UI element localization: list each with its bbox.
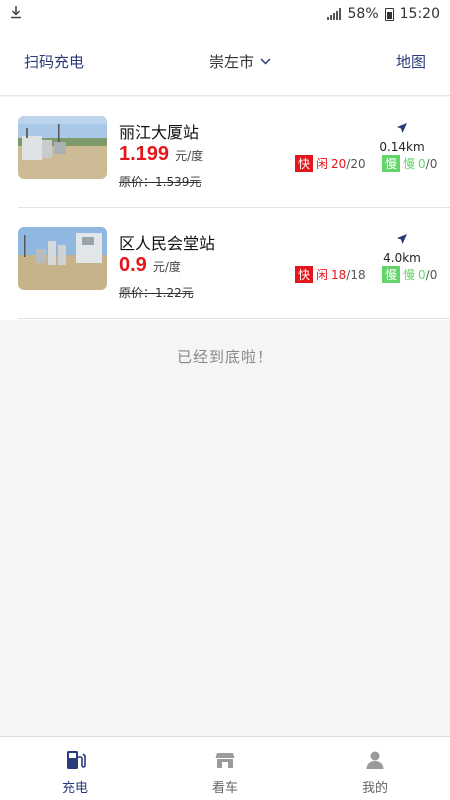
slow-charger-status: 慢 慢 0/0 bbox=[382, 155, 437, 172]
fast-available: 20 bbox=[331, 156, 347, 171]
tab-view-cars[interactable]: 看车 bbox=[150, 737, 300, 800]
status-bar: 58% 15:20 bbox=[0, 0, 450, 28]
fast-tag: 快 bbox=[295, 266, 313, 283]
tab-label: 看车 bbox=[211, 781, 238, 796]
slow-available: 0 bbox=[418, 267, 426, 282]
original-price-value: 1.539元 bbox=[155, 175, 202, 189]
station-name: 区人民会堂站 bbox=[119, 234, 216, 253]
price-unit: 元/度 bbox=[175, 149, 204, 163]
slow-total: /0 bbox=[425, 156, 438, 171]
slow-tag: 慢 bbox=[382, 155, 400, 172]
slow-label: 慢 bbox=[403, 157, 416, 171]
user-icon bbox=[364, 749, 386, 771]
fast-total: /20 bbox=[346, 156, 366, 171]
fast-available: 18 bbox=[331, 267, 347, 282]
distance-info: 4.0km bbox=[372, 230, 432, 265]
fast-total: /18 bbox=[346, 267, 366, 282]
station-card[interactable]: 丽江大厦站 1.199 元/度 原价：1.539元 0.14km 快 闲 20/… bbox=[18, 97, 450, 208]
store-icon bbox=[214, 749, 236, 771]
station-name: 丽江大厦站 bbox=[119, 123, 200, 142]
bottom-tab-bar: 充电 看车 我的 bbox=[0, 736, 450, 800]
slow-charger-status: 慢 慢 0/0 bbox=[382, 266, 437, 283]
navigation-arrow-icon bbox=[396, 119, 408, 138]
original-price-label: 原价： bbox=[119, 175, 156, 189]
end-of-list-text: 已经到底啦！ bbox=[176, 348, 273, 366]
price-value: 1.199 bbox=[119, 143, 170, 165]
tab-label: 充电 bbox=[61, 781, 88, 796]
signal-icon bbox=[326, 8, 341, 20]
tab-label: 我的 bbox=[361, 781, 388, 796]
original-price: 原价：1.539元 bbox=[119, 173, 201, 190]
download-icon bbox=[10, 5, 22, 23]
battery-icon bbox=[384, 7, 394, 21]
distance-info: 0.14km bbox=[372, 119, 432, 154]
status-time: 15:20 bbox=[399, 6, 440, 22]
distance-value: 4.0km bbox=[383, 251, 421, 265]
distance-value: 0.14km bbox=[379, 140, 425, 154]
fast-idle-label: 闲 bbox=[316, 157, 329, 171]
station-photo bbox=[18, 227, 107, 290]
price-value: 0.9 bbox=[119, 254, 147, 276]
fast-tag: 快 bbox=[295, 155, 313, 172]
map-button[interactable]: 地图 bbox=[396, 51, 426, 72]
station-price: 0.9 元/度 bbox=[119, 254, 181, 277]
original-price-label: 原价： bbox=[119, 286, 156, 300]
station-list: 丽江大厦站 1.199 元/度 原价：1.539元 0.14km 快 闲 20/… bbox=[0, 97, 450, 320]
station-card[interactable]: 区人民会堂站 0.9 元/度 原价：1.22元 4.0km 快 闲 18/18 … bbox=[18, 208, 450, 319]
top-bar: 扫码充电 崇左市 地图 bbox=[0, 28, 450, 96]
battery-percent: 58% bbox=[347, 6, 379, 22]
city-name: 崇左市 bbox=[208, 53, 254, 71]
slow-label: 慢 bbox=[403, 268, 416, 282]
fast-charger-status: 快 闲 18/18 bbox=[295, 266, 366, 283]
tab-mine[interactable]: 我的 bbox=[300, 737, 450, 800]
price-unit: 元/度 bbox=[152, 260, 181, 274]
station-price: 1.199 元/度 bbox=[119, 143, 203, 166]
original-price-value: 1.22元 bbox=[155, 286, 194, 300]
station-photo bbox=[18, 116, 107, 179]
chevron-down-icon bbox=[260, 54, 271, 68]
navigation-arrow-icon bbox=[396, 230, 408, 249]
charging-station-icon bbox=[64, 749, 86, 771]
scan-charge-button[interactable]: 扫码充电 bbox=[24, 51, 84, 72]
fast-idle-label: 闲 bbox=[316, 268, 329, 282]
slow-available: 0 bbox=[418, 156, 426, 171]
original-price: 原价：1.22元 bbox=[119, 284, 194, 301]
city-selector[interactable]: 崇左市 bbox=[209, 51, 271, 72]
tab-charging[interactable]: 充电 bbox=[0, 737, 150, 800]
fast-charger-status: 快 闲 20/20 bbox=[295, 155, 366, 172]
slow-total: /0 bbox=[425, 267, 438, 282]
slow-tag: 慢 bbox=[382, 266, 400, 283]
